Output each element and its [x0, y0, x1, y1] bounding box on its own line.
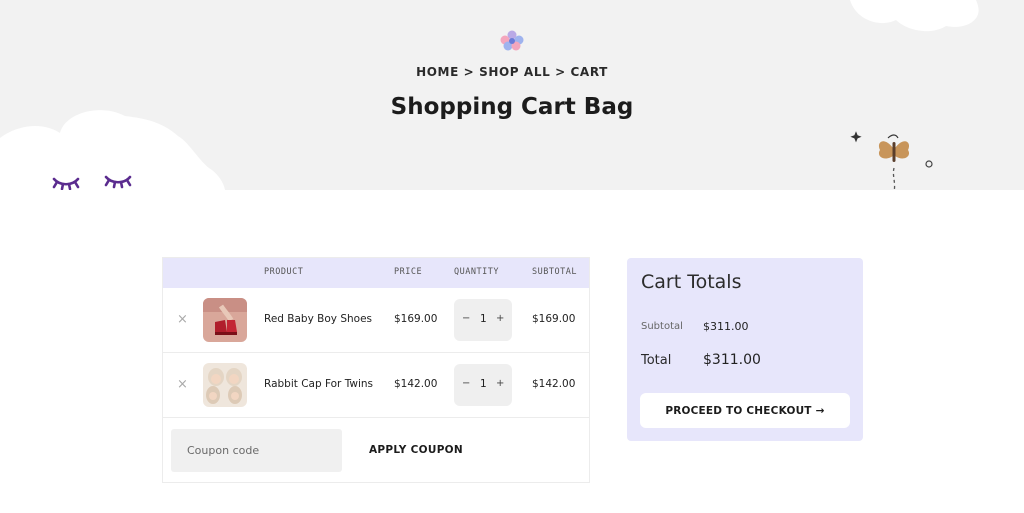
sleepy-eyes-decoration [52, 175, 132, 190]
coupon-code-input[interactable] [171, 429, 342, 472]
table-row: × Rabbit Cap For Twins $142.00 − 1 + $14… [163, 353, 589, 418]
total-label: Total [641, 353, 672, 368]
total-value: $311.00 [703, 352, 761, 368]
cart-totals-title: Cart Totals [641, 271, 742, 293]
remove-item-icon[interactable]: × [177, 377, 188, 392]
cart-totals-panel: Cart Totals Subtotal $311.00 Total $311.… [627, 258, 863, 441]
cloud-decoration-top [850, 0, 979, 32]
column-product: PRODUCT [264, 267, 304, 277]
butterfly-decoration [850, 131, 933, 190]
decrease-quantity-button[interactable]: − [462, 313, 470, 324]
product-name[interactable]: Rabbit Cap For Twins [264, 378, 373, 390]
quantity-stepper: − 1 + [454, 299, 512, 341]
quantity-value[interactable]: 1 [480, 313, 487, 325]
decrease-quantity-button[interactable]: − [462, 378, 470, 389]
subtotal-value: $311.00 [703, 320, 749, 333]
subtotal-label: Subtotal [641, 321, 683, 332]
product-name[interactable]: Red Baby Boy Shoes [264, 313, 372, 325]
apply-coupon-button[interactable]: APPLY COUPON [369, 440, 489, 460]
product-subtotal: $142.00 [532, 378, 576, 390]
quantity-stepper: − 1 + [454, 364, 512, 406]
product-price: $169.00 [394, 313, 438, 325]
cart-table: PRODUCT PRICE QUANTITY SUBTOTAL × Red Ba… [162, 257, 590, 483]
arrow-right-icon: → [815, 404, 825, 417]
page-title: Shopping Cart Bag [390, 94, 634, 120]
product-price: $142.00 [394, 378, 438, 390]
table-header: PRODUCT PRICE QUANTITY SUBTOTAL [163, 258, 589, 288]
red-shoes-image[interactable] [203, 298, 247, 342]
breadcrumb[interactable]: HOME > SHOP ALL > CART [0, 65, 1024, 79]
flower-icon [500, 30, 524, 51]
increase-quantity-button[interactable]: + [496, 313, 504, 324]
proceed-to-checkout-button[interactable]: PROCEED TO CHECKOUT → [640, 393, 850, 428]
column-quantity: QUANTITY [454, 267, 499, 277]
page-hero: HOME > SHOP ALL > CART Shopping Cart Bag [0, 0, 1024, 190]
increase-quantity-button[interactable]: + [496, 378, 504, 389]
quantity-value[interactable]: 1 [480, 378, 487, 390]
column-price: PRICE [394, 267, 423, 277]
product-subtotal: $169.00 [532, 313, 576, 325]
remove-item-icon[interactable]: × [177, 312, 188, 327]
table-row: × Red Baby Boy Shoes $169.00 − 1 + $169.… [163, 288, 589, 353]
checkout-label: PROCEED TO CHECKOUT [665, 404, 812, 417]
column-subtotal: SUBTOTAL [532, 267, 577, 277]
rabbit-cap-image[interactable] [203, 363, 247, 407]
